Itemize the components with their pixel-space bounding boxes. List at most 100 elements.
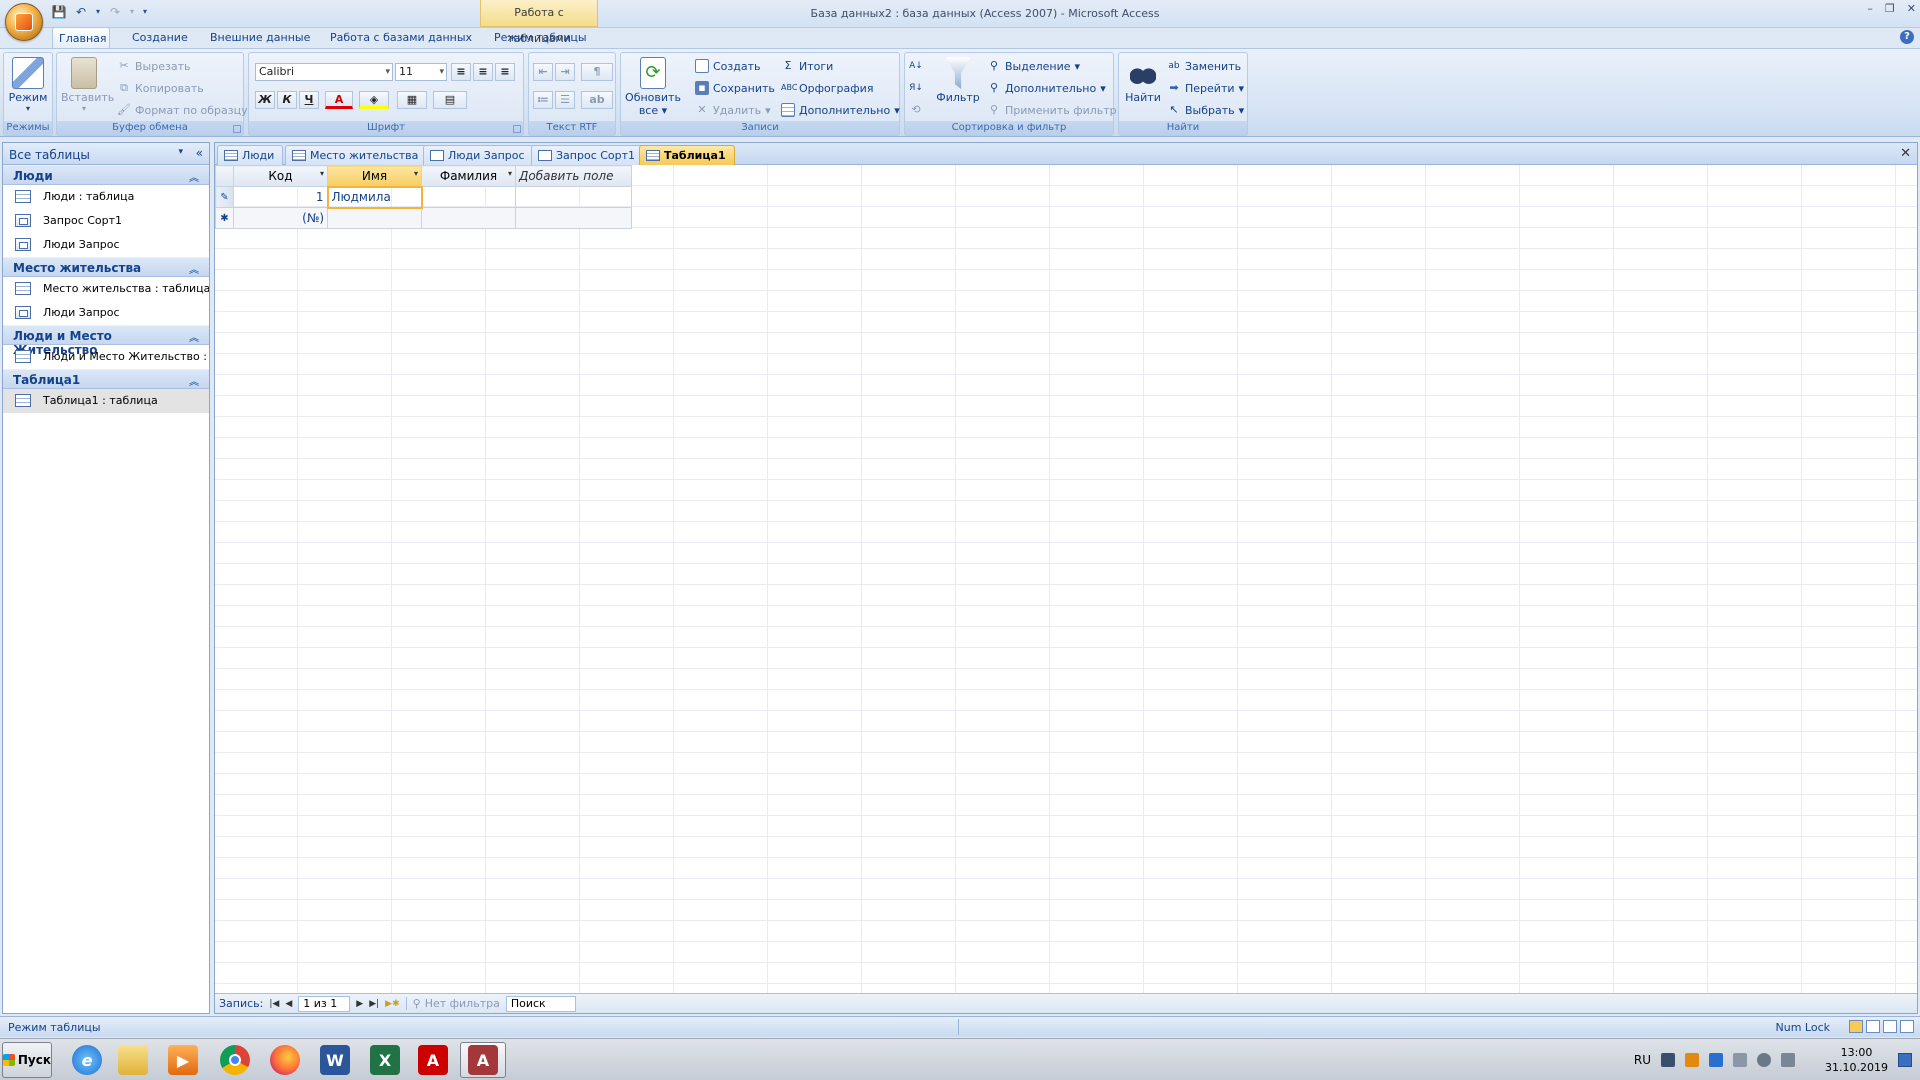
font-name-combo[interactable]: Calibri: [255, 63, 393, 81]
nav-group-header[interactable]: Люди ︽: [3, 165, 209, 185]
gridlines-button[interactable]: ▦: [397, 91, 427, 109]
new-record-nav-icon[interactable]: ▶✱: [385, 999, 399, 1009]
doc-tab-people[interactable]: Люди: [217, 145, 284, 165]
collapse-pane-icon[interactable]: «: [196, 146, 203, 160]
doc-tab-residence[interactable]: Место жительства: [285, 145, 428, 165]
volume-icon[interactable]: [1733, 1053, 1748, 1067]
selection-button[interactable]: ⚲ Выделение ▾: [987, 57, 1080, 75]
word-taskbar-button[interactable]: W: [312, 1042, 358, 1078]
clear-sort-button[interactable]: ⟲: [909, 101, 923, 119]
cell-id[interactable]: 1: [233, 186, 328, 208]
spelling-button[interactable]: ABC Орфография: [781, 79, 873, 97]
tab-datasheet[interactable]: Режим таблицы: [488, 27, 593, 49]
new-record-button[interactable]: Создать: [695, 57, 761, 75]
nav-group-header[interactable]: Место жительства ︽: [3, 257, 209, 277]
maximize-icon[interactable]: ❐: [1885, 2, 1895, 15]
nav-group-header[interactable]: Таблица1 ︽: [3, 369, 209, 389]
paste-button[interactable]: Вставить ▾: [61, 57, 114, 113]
toggle-filter-button[interactable]: ⚲ Применить фильтр: [987, 101, 1117, 119]
tab-external-data[interactable]: Внешние данные: [204, 27, 316, 49]
cell-surname[interactable]: [421, 186, 516, 208]
filter-status[interactable]: ⚲ Нет фильтра: [405, 997, 500, 1010]
next-record-icon[interactable]: ▶: [356, 999, 363, 1009]
totals-button[interactable]: Σ Итоги: [781, 57, 834, 75]
doc-tab-sort-query[interactable]: Запрос Сорт1: [531, 145, 645, 165]
tab-home[interactable]: Главная: [52, 27, 110, 49]
sync-icon[interactable]: [1757, 1053, 1772, 1067]
fill-color-button[interactable]: ◈: [359, 91, 389, 109]
access-taskbar-button[interactable]: A: [460, 1042, 506, 1078]
italic-button[interactable]: К: [277, 91, 297, 109]
pivot-table-view-icon[interactable]: [1866, 1020, 1880, 1033]
update-icon[interactable]: [1685, 1053, 1700, 1067]
collapse-group-icon[interactable]: ︽: [189, 373, 199, 388]
format-painter-button[interactable]: 🖌 Формат по образцу: [117, 101, 248, 119]
column-header-add-field[interactable]: Добавить поле: [515, 165, 632, 187]
alt-fill-button[interactable]: ▤: [433, 91, 467, 109]
delete-record-button[interactable]: ✕ Удалить ▾: [695, 101, 770, 119]
numbering-button[interactable]: ≔: [533, 91, 553, 109]
doc-tab-people-query[interactable]: Люди Запрос: [423, 145, 534, 165]
network-icon[interactable]: [1661, 1053, 1676, 1067]
column-header-name[interactable]: Имя ▾: [327, 165, 422, 187]
nav-item[interactable]: Запрос Сорт1: [3, 209, 209, 233]
cell-add-field[interactable]: [515, 186, 632, 208]
more-records-button[interactable]: Дополнительно ▾: [781, 101, 900, 119]
advanced-filter-button[interactable]: ⚲ Дополнительно ▾: [987, 79, 1106, 97]
select-button[interactable]: ↖ Выбрать ▾: [1167, 101, 1244, 119]
nav-item-selected[interactable]: Таблица1 : таблица: [3, 389, 209, 413]
ie-taskbar-button[interactable]: e: [64, 1042, 110, 1078]
column-dropdown-icon[interactable]: ▾: [414, 169, 418, 178]
chrome-taskbar-button[interactable]: [212, 1042, 258, 1078]
show-desktop-icon[interactable]: [1898, 1053, 1912, 1067]
first-record-icon[interactable]: |◀: [269, 999, 279, 1009]
start-button[interactable]: Пуск: [2, 1042, 52, 1078]
datasheet-view-icon[interactable]: [1849, 1020, 1863, 1033]
cut-button[interactable]: ✂ Вырезать: [117, 57, 190, 75]
replace-button[interactable]: ab Заменить: [1167, 57, 1241, 75]
save-record-button[interactable]: ▪ Сохранить: [695, 79, 775, 97]
close-icon[interactable]: ✕: [1907, 2, 1916, 15]
minimize-icon[interactable]: –: [1867, 2, 1873, 15]
nav-item[interactable]: Люди и Место Жительство : ...: [3, 345, 209, 369]
office-button[interactable]: [5, 3, 43, 41]
tab-database-tools[interactable]: Работа с базами данных: [324, 27, 478, 49]
select-all-corner[interactable]: [215, 165, 234, 187]
cell-name[interactable]: Людмила: [326, 185, 423, 209]
explorer-taskbar-button[interactable]: [110, 1042, 156, 1078]
shield-icon[interactable]: [1709, 1053, 1724, 1067]
design-view-icon[interactable]: [1900, 1020, 1914, 1033]
column-header-surname[interactable]: Фамилия ▾: [421, 165, 516, 187]
align-right-button[interactable]: ≡: [495, 63, 515, 81]
nav-pane-header[interactable]: Все таблицы ▾ «: [3, 143, 209, 165]
clipboard-launcher-icon[interactable]: [233, 125, 241, 133]
collapse-group-icon[interactable]: ︽: [189, 261, 199, 276]
cell-id[interactable]: (№): [233, 207, 328, 229]
view-button[interactable]: Режим ▾: [7, 57, 49, 113]
decrease-indent-button[interactable]: ⇤: [533, 63, 553, 81]
clock[interactable]: 13:00 31.10.2019: [1825, 1045, 1888, 1075]
highlight-button[interactable]: ab: [581, 91, 613, 109]
bold-button[interactable]: Ж: [255, 91, 275, 109]
font-launcher-icon[interactable]: [513, 125, 521, 133]
font-size-combo[interactable]: 11: [395, 63, 447, 81]
collapse-group-icon[interactable]: ︽: [189, 169, 199, 184]
cell-add-field[interactable]: [515, 207, 632, 229]
column-header-id[interactable]: Код ▾: [233, 165, 328, 187]
column-dropdown-icon[interactable]: ▾: [320, 169, 324, 178]
action-center-flag-icon[interactable]: [1781, 1053, 1796, 1067]
ltr-button[interactable]: ¶: [581, 63, 613, 81]
row-selector-new-icon[interactable]: ✱: [215, 207, 234, 229]
nav-dropdown-icon[interactable]: ▾: [178, 147, 183, 157]
acrobat-taskbar-button[interactable]: A: [410, 1042, 456, 1078]
bullets-button[interactable]: ☰: [555, 91, 575, 109]
sort-descending-button[interactable]: Я↓: [909, 79, 923, 97]
collapse-group-icon[interactable]: ︽: [189, 329, 199, 344]
goto-button[interactable]: ➡ Перейти ▾: [1167, 79, 1244, 97]
sort-ascending-button[interactable]: A↓: [909, 57, 923, 75]
pivot-chart-view-icon[interactable]: [1883, 1020, 1897, 1033]
help-icon[interactable]: ?: [1900, 30, 1914, 44]
tab-create[interactable]: Создание: [126, 27, 194, 49]
row-selector-edit-icon[interactable]: ✎: [215, 186, 234, 208]
nav-item[interactable]: Место жительства : таблица: [3, 277, 209, 301]
